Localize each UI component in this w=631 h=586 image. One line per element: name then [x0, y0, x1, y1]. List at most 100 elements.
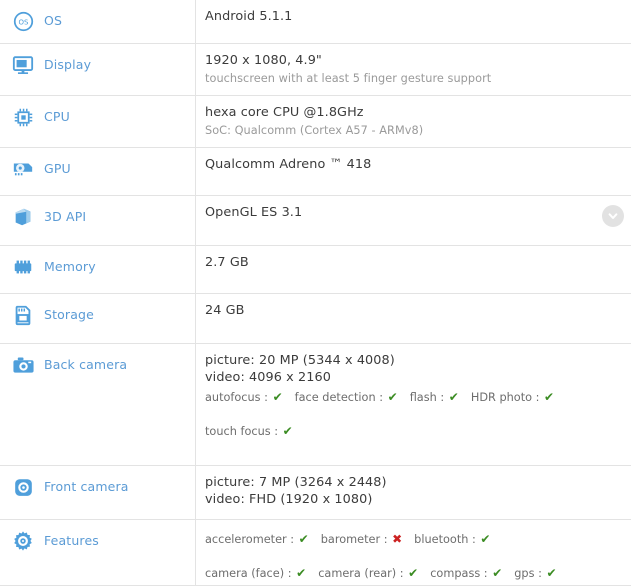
spec-label-cell-back-camera: Back camera	[0, 344, 196, 465]
spec-value-cell-display: 1920 x 1080, 4.9" touchscreen with at le…	[196, 44, 631, 95]
spec-label-cell-3d-api: 3D API	[0, 196, 196, 245]
feature-name: HDR photo :	[470, 391, 544, 404]
feature-name: gps :	[514, 567, 546, 580]
device-specs-table: OS OS Android 5.1.1 Display 1920 x 1080,…	[0, 0, 631, 586]
feature-item: compass : ✔	[430, 565, 502, 582]
spec-label-front-camera: Front camera	[44, 479, 129, 494]
spec-row-front-camera: Front camera picture: 7 MP (3264 x 2448)…	[0, 466, 631, 520]
back-camera-icon	[8, 353, 38, 377]
check-icon: ✔	[480, 532, 491, 546]
gpu-value: Qualcomm Adreno ™ 418	[205, 157, 372, 172]
front-camera-video: video: FHD (1920 x 1080)	[205, 492, 373, 507]
check-icon: ✔	[408, 566, 419, 580]
features-line-2: camera (face) : ✔ camera (rear) : ✔ compas…	[205, 565, 631, 582]
spec-label-cell-memory: Memory	[0, 246, 196, 293]
spec-value-cell-3d-api: OpenGL ES 3.1	[196, 196, 631, 245]
feature-item: touch focus : ✔	[205, 423, 293, 440]
feature-name: accelerometer :	[205, 533, 298, 546]
spec-label-cpu: CPU	[44, 109, 70, 124]
front-camera-icon	[8, 475, 38, 499]
spec-value-cell-front-camera: picture: 7 MP (3264 x 2448) video: FHD (…	[196, 466, 631, 519]
spec-value-cell-os: Android 5.1.1	[196, 0, 631, 43]
chevron-down-icon[interactable]	[602, 205, 624, 227]
check-icon: ✔	[296, 566, 307, 580]
svg-text:OS: OS	[18, 18, 29, 26]
spec-value-cell-features: accelerometer : ✔ barometer : ✖ bluetooth …	[196, 520, 631, 585]
feature-item: HDR photo : ✔	[471, 389, 554, 406]
feature-name: touch focus :	[205, 425, 282, 438]
spec-label-cell-display: Display	[0, 44, 196, 95]
spec-label-storage: Storage	[44, 307, 94, 322]
feature-item: autofocus : ✔	[205, 389, 283, 406]
cpu-icon	[8, 105, 38, 129]
spec-row-display: Display 1920 x 1080, 4.9" touchscreen wi…	[0, 44, 631, 96]
feature-name: barometer :	[320, 533, 392, 546]
check-icon: ✔	[448, 390, 459, 404]
check-icon: ✔	[298, 532, 309, 546]
spec-label-features: Features	[44, 533, 99, 548]
feature-item: bluetooth : ✔	[414, 531, 490, 548]
display-touch-note: touchscreen with at least 5 finger gestu…	[205, 72, 492, 85]
features-gear-icon	[8, 529, 38, 553]
back-camera-video: video: 4096 x 2160	[205, 370, 331, 385]
spec-value-cell-gpu: Qualcomm Adreno ™ 418	[196, 148, 631, 195]
spec-value-cell-memory: 2.7 GB	[196, 246, 631, 293]
spec-value-cell-cpu: hexa core CPU @1.8GHz SoC: Qualcomm (Cor…	[196, 96, 631, 147]
display-icon	[8, 53, 38, 77]
feature-item: face detection : ✔	[295, 389, 398, 406]
gpu-icon	[8, 157, 38, 181]
spec-row-features: Features accelerometer : ✔ barometer : ✖ b…	[0, 520, 631, 586]
feature-item: flash : ✔	[410, 389, 459, 406]
feature-item: camera (rear) : ✔	[318, 565, 418, 582]
feature-item: accelerometer : ✔	[205, 531, 309, 548]
spec-label-cell-features: Features	[0, 520, 196, 585]
feature-name: camera (rear) :	[318, 567, 408, 580]
spec-label-cell-os: OS OS	[0, 0, 196, 43]
cpu-soc: SoC: Qualcomm (Cortex A57 - ARMv8)	[205, 124, 424, 137]
spec-row-3d-api: 3D API OpenGL ES 3.1	[0, 196, 631, 246]
cross-icon: ✖	[392, 532, 403, 546]
back-camera-features-line-2: touch focus : ✔	[205, 423, 631, 440]
storage-icon	[8, 303, 38, 327]
spec-row-memory: Memory 2.7 GB	[0, 246, 631, 294]
feature-name: flash :	[409, 391, 448, 404]
feature-item: gps : ✔	[514, 565, 556, 582]
os-icon: OS	[8, 9, 38, 33]
spec-row-storage: Storage 24 GB	[0, 294, 631, 344]
back-camera-picture: picture: 20 MP (5344 x 4008)	[205, 353, 395, 368]
cpu-value: hexa core CPU @1.8GHz	[205, 105, 364, 120]
display-resolution: 1920 x 1080, 4.9"	[205, 53, 322, 68]
feature-name: camera (face) :	[205, 567, 296, 580]
spec-row-gpu: GPU Qualcomm Adreno ™ 418	[0, 148, 631, 196]
check-icon: ✔	[272, 390, 283, 404]
feature-item: camera (face) : ✔	[205, 565, 306, 582]
spec-label-cell-cpu: CPU	[0, 96, 196, 147]
check-icon: ✔	[544, 390, 555, 404]
features-line-1: accelerometer : ✔ barometer : ✖ bluetooth …	[205, 531, 631, 548]
spec-row-os: OS OS Android 5.1.1	[0, 0, 631, 44]
check-icon: ✔	[282, 424, 293, 438]
spec-label-cell-storage: Storage	[0, 294, 196, 343]
spec-label-cell-gpu: GPU	[0, 148, 196, 195]
back-camera-features-line-1: autofocus : ✔ face detection : ✔ flash : ✔…	[205, 389, 631, 406]
feature-name: compass :	[430, 567, 492, 580]
check-icon: ✔	[546, 566, 557, 580]
memory-icon	[8, 255, 38, 279]
spec-value-cell-storage: 24 GB	[196, 294, 631, 343]
check-icon: ✔	[387, 390, 398, 404]
spec-value-cell-back-camera: picture: 20 MP (5344 x 4008) video: 4096…	[196, 344, 631, 465]
os-value: Android 5.1.1	[205, 9, 293, 24]
spec-label-os: OS	[44, 13, 63, 28]
feature-item: barometer : ✖	[321, 531, 402, 548]
check-icon: ✔	[492, 566, 503, 580]
spec-label-3d-api: 3D API	[44, 209, 87, 224]
feature-name: autofocus :	[205, 391, 272, 404]
spec-label-gpu: GPU	[44, 161, 71, 176]
3d-api-value: OpenGL ES 3.1	[205, 205, 303, 220]
spec-label-cell-front-camera: Front camera	[0, 466, 196, 519]
storage-value: 24 GB	[205, 303, 245, 318]
feature-name: bluetooth :	[414, 533, 480, 546]
front-camera-picture: picture: 7 MP (3264 x 2448)	[205, 475, 387, 490]
spec-label-display: Display	[44, 57, 92, 72]
spec-row-cpu: CPU hexa core CPU @1.8GHz SoC: Qualcomm …	[0, 96, 631, 148]
